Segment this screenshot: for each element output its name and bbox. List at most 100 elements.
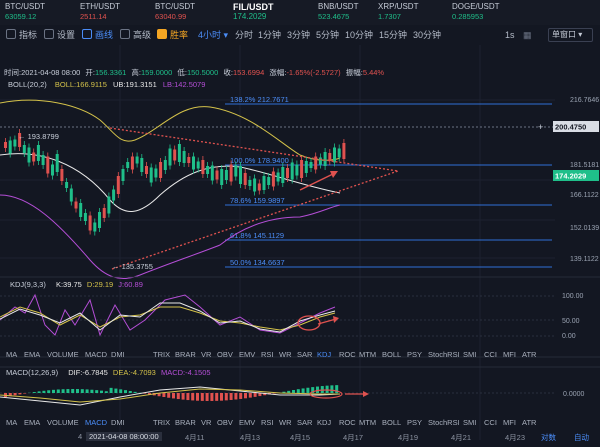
tab-stochrsi[interactable]: StochRSI: [428, 418, 460, 427]
tab-macd[interactable]: MACD: [85, 350, 107, 359]
macd-bar: [81, 389, 84, 393]
tab-cci[interactable]: CCI: [484, 418, 497, 427]
interval-option[interactable]: 10分钟: [345, 29, 373, 41]
interval-select[interactable]: 4小时 ▾: [198, 29, 228, 41]
seconds-toggle[interactable]: 1s: [505, 29, 515, 41]
tab-ma[interactable]: MA: [6, 350, 17, 359]
interval-option[interactable]: 5分钟: [316, 29, 339, 41]
tab-macd[interactable]: MACD: [85, 418, 107, 427]
candle-body: [192, 157, 195, 170]
tab-ema[interactable]: EMA: [24, 418, 40, 427]
ticker-btc-usdt[interactable]: BTC/USDT 63059.12: [5, 2, 45, 24]
tab-boll[interactable]: BOLL: [382, 350, 401, 359]
macd-bar: [244, 393, 247, 398]
ticker-fil-usdt[interactable]: FIL/USDT 174.2029: [233, 2, 274, 24]
grid-icon[interactable]: ▦: [523, 29, 532, 41]
tab-stochrsi[interactable]: StochRSI: [428, 350, 460, 359]
interval-option[interactable]: 1分钟: [258, 29, 281, 41]
log-scale-toggle[interactable]: 对数: [541, 432, 556, 443]
settings-button[interactable]: 设置: [44, 29, 75, 41]
tab-obv[interactable]: OBV: [217, 350, 233, 359]
tab-mtm[interactable]: MTM: [359, 350, 376, 359]
interval-option[interactable]: 分时: [235, 29, 253, 41]
tab-smi[interactable]: SMI: [463, 418, 476, 427]
tab-wr[interactable]: WR: [279, 418, 292, 427]
tab-emv[interactable]: EMV: [239, 350, 255, 359]
tab-kdj[interactable]: KDJ: [317, 350, 331, 359]
layout-select[interactable]: 单窗口 ▾: [548, 28, 593, 42]
macd-bar: [95, 390, 98, 393]
macd-bar: [76, 389, 79, 393]
tab-roc[interactable]: ROC: [339, 350, 356, 359]
winrate-button[interactable]: 胜率: [157, 29, 188, 41]
tab-mtm[interactable]: MTM: [359, 418, 376, 427]
macd-bar: [105, 391, 108, 393]
tab-vr[interactable]: VR: [201, 418, 211, 427]
tab-emv[interactable]: EMV: [239, 418, 255, 427]
candle-body: [310, 162, 313, 168]
tab-rsi[interactable]: RSI: [261, 350, 274, 359]
candle-body: [201, 160, 204, 174]
auto-scale-toggle[interactable]: 自动: [574, 432, 589, 443]
tab-trix[interactable]: TRIX: [153, 418, 170, 427]
tab-dmi[interactable]: DMI: [111, 350, 125, 359]
tab-sar[interactable]: SAR: [297, 418, 312, 427]
macd-bar: [230, 393, 233, 400]
candle-body: [244, 173, 247, 185]
macd-bar: [47, 390, 50, 393]
tab-vr[interactable]: VR: [201, 350, 211, 359]
time-axis-label: 4月11: [185, 432, 204, 443]
tab-roc[interactable]: ROC: [339, 418, 356, 427]
candle-body: [164, 160, 167, 170]
indicators-button[interactable]: 指标: [6, 29, 37, 41]
tab-ema[interactable]: EMA: [24, 350, 40, 359]
tab-kdj[interactable]: KDJ: [317, 418, 331, 427]
chart-area[interactable]: 138.2% 212.7671 100.0% 178.9400 78.6% 15…: [0, 45, 600, 445]
tab-dmi[interactable]: DMI: [111, 418, 125, 427]
macd-bar: [292, 390, 295, 393]
tab-psy[interactable]: PSY: [407, 350, 422, 359]
advanced-button[interactable]: 高级: [120, 29, 151, 41]
candle-body: [183, 151, 186, 163]
tab-sar[interactable]: SAR: [297, 350, 312, 359]
interval-option[interactable]: 15分钟: [379, 29, 407, 41]
tab-atr[interactable]: ATR: [522, 350, 536, 359]
ticker-btc-usdt-2[interactable]: BTC/USDT 63040.99: [155, 2, 195, 24]
price-axis-label: 152.0139: [570, 225, 599, 232]
tab-cci[interactable]: CCI: [484, 350, 497, 359]
tab-boll[interactable]: BOLL: [382, 418, 401, 427]
time-axis-label: 4月17: [343, 432, 363, 443]
tab-ma[interactable]: MA: [6, 418, 17, 427]
candle-body: [89, 216, 92, 231]
interval-option[interactable]: 3分钟: [287, 29, 310, 41]
chart-toolbar: 指标 设置 画线 高级 胜率 4小时 ▾ 分时 1分钟 3分钟 5分钟 10分钟…: [0, 25, 600, 46]
ticker-symbol: BNB/USDT: [318, 2, 358, 12]
candle-body: [305, 161, 308, 173]
tab-atr[interactable]: ATR: [522, 418, 536, 427]
macd-bar: [186, 393, 189, 400]
candle-body: [338, 149, 341, 158]
ticker-eth-usdt[interactable]: ETH/USDT 2511.14: [80, 2, 120, 24]
tab-mfi[interactable]: MFI: [503, 418, 516, 427]
tab-rsi[interactable]: RSI: [261, 418, 274, 427]
kdj-axis-label: 0.00: [562, 333, 576, 340]
candle-body: [319, 158, 322, 165]
tab-obv[interactable]: OBV: [217, 418, 233, 427]
price-axis-label: 166.1122: [570, 192, 599, 199]
interval-option[interactable]: 30分钟: [413, 29, 441, 41]
tab-brar[interactable]: BRAR: [175, 418, 196, 427]
tab-volume[interactable]: VOLUME: [47, 350, 79, 359]
tab-volume[interactable]: VOLUME: [47, 418, 79, 427]
ticker-doge-usdt[interactable]: DOGE/USDT 0.285953: [452, 2, 500, 24]
tab-mfi[interactable]: MFI: [503, 350, 516, 359]
macd-bar: [249, 393, 252, 398]
tab-psy[interactable]: PSY: [407, 418, 422, 427]
ticker-xrp-usdt[interactable]: XRP/USDT 1.7307: [378, 2, 418, 24]
tab-smi[interactable]: SMI: [463, 350, 476, 359]
drawing-button[interactable]: 画线: [82, 29, 113, 41]
tab-wr[interactable]: WR: [279, 350, 292, 359]
tab-brar[interactable]: BRAR: [175, 350, 196, 359]
ticker-bnb-usdt[interactable]: BNB/USDT 523.4675: [318, 2, 358, 24]
candle-body: [206, 166, 209, 174]
tab-trix[interactable]: TRIX: [153, 350, 170, 359]
